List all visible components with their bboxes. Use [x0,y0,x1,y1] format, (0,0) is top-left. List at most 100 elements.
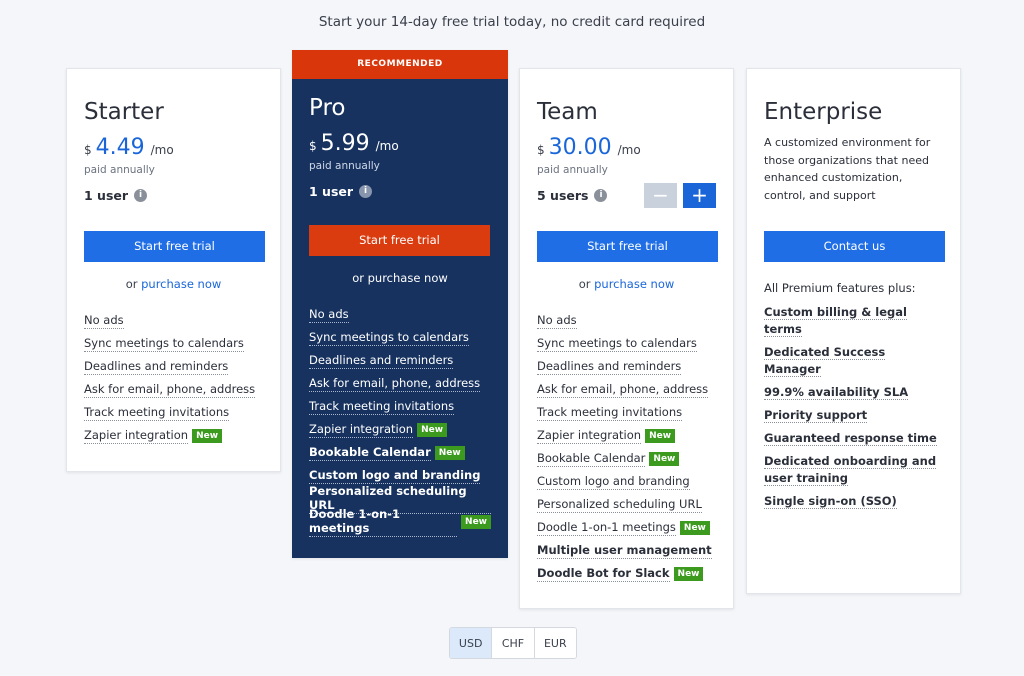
billing-note: paid annually [84,164,155,176]
new-badge: New [417,422,448,437]
or-purchase-row: or purchase now [84,277,263,291]
increase-users-button[interactable]: + [683,182,716,208]
feature-item: Priority support [764,408,868,423]
feature-item: Single sign-on (SSO) [764,494,897,509]
plan-name: Starter [84,99,164,125]
feature-item: Bookable Calendar New [537,447,716,470]
users-row: 1 user i [84,184,263,206]
currency-option-chf[interactable]: CHF [492,628,535,658]
users-count: 5 users [537,187,589,203]
feature-list: No ads Sync meetings to calendars Deadli… [84,309,263,447]
currency-symbol: $ [309,139,317,153]
users-row: 5 users i − + [537,182,716,208]
price: $ 5.99 /mo [309,131,491,156]
plan-card-team: Team $ 30.00 /mo paid annually 5 users i… [519,68,734,609]
users-row: 1 user i [309,180,491,202]
billing-note: paid annually [537,164,608,176]
feature-item: Dedicated onboarding and user training [764,454,937,486]
currency-symbol: $ [84,143,92,157]
new-badge: New [434,445,465,460]
or-purchase-row: or purchase now [537,277,716,291]
price: $ 4.49 /mo [84,135,263,160]
feature-item: Zapier integration New [537,424,716,447]
decrease-users-button[interactable]: − [644,182,677,208]
feature-item: Custom logo and branding [537,473,690,490]
contact-us-button[interactable]: Contact us [764,231,945,262]
plan-name: Team [537,99,598,125]
feature-item: Ask for email, phone, address [537,381,709,398]
info-icon[interactable]: i [134,188,148,202]
price-amount: 5.99 [320,131,370,156]
price-period: /mo [617,143,641,157]
new-badge: New [679,520,710,535]
new-badge: New [649,451,680,466]
feature-item: Personalized scheduling URL [537,496,702,513]
start-free-trial-button[interactable]: Start free trial [84,231,265,262]
feature-item: Sync meetings to calendars [309,329,469,346]
plan-name: Pro [309,95,346,121]
feature-item: Ask for email, phone, address [84,381,256,398]
start-free-trial-button[interactable]: Start free trial [537,231,718,262]
new-badge: New [461,514,491,529]
feature-item: Guaranteed response time [764,431,937,446]
feature-item: Bookable Calendar New [309,441,491,464]
or-purchase-row: or purchase now [309,271,491,285]
feature-item: Custom billing & legal terms [764,305,907,337]
features-intro: All Premium features plus: [764,281,916,295]
feature-item: No ads [537,312,577,329]
plan-card-starter: Starter $ 4.49 /mo paid annually 1 user … [66,68,281,472]
users-count: 1 user [309,183,354,199]
currency-symbol: $ [537,143,545,157]
plan-description: A customized environment for those organ… [764,136,931,202]
feature-item: Deadlines and reminders [537,358,682,375]
info-icon[interactable]: i [359,184,373,198]
feature-item: Doodle Bot for Slack New [537,562,716,585]
headline: Start your 14-day free trial today, no c… [318,14,706,30]
purchase-now-link[interactable]: purchase now [594,277,674,291]
feature-item: Multiple user management [537,542,712,559]
users-stepper: − + [644,182,716,208]
feature-item: Sync meetings to calendars [537,335,697,352]
currency-option-eur[interactable]: EUR [534,628,576,658]
plan-card-enterprise: Enterprise A customized environment for … [746,68,961,594]
start-free-trial-button[interactable]: Start free trial [309,225,490,256]
feature-item: No ads [84,312,124,329]
new-badge: New [673,566,704,581]
info-icon[interactable]: i [594,188,608,202]
feature-item: Zapier integration New [309,418,491,441]
plan-name: Enterprise [764,99,883,125]
new-badge: New [645,428,676,443]
feature-list: Custom billing & legal terms Dedicated S… [764,304,943,516]
feature-item: Deadlines and reminders [84,358,229,375]
feature-item: Track meeting invitations [537,404,683,421]
price: $ 30.00 /mo [537,135,716,160]
price-period: /mo [150,143,174,157]
feature-item: 99.9% availability SLA [764,385,909,400]
plan-card-pro: RECOMMENDED Pro $ 5.99 /mo paid annually… [292,50,508,558]
feature-item: Deadlines and reminders [309,352,454,369]
feature-item: Track meeting invitations [309,398,455,415]
feature-item: Dedicated Success Manager [764,345,886,377]
users-count: 1 user [84,187,129,203]
price-period: /mo [375,139,399,153]
feature-item: Sync meetings to calendars [84,335,244,352]
or-text: or [352,271,364,285]
feature-list: No ads Sync meetings to calendars Deadli… [537,309,716,585]
or-text: or [125,277,138,291]
feature-item: Doodle 1-on-1 meetings New [537,516,716,539]
purchase-now-link[interactable]: purchase now [368,271,448,285]
new-badge: New [192,428,223,443]
or-text: or [578,277,591,291]
currency-option-usd[interactable]: USD [450,628,493,658]
price-amount: 4.49 [95,135,145,160]
purchase-now-link[interactable]: purchase now [141,277,221,291]
feature-item: Ask for email, phone, address [309,375,481,392]
recommended-banner: RECOMMENDED [292,50,508,79]
feature-list: No ads Sync meetings to calendars Deadli… [309,303,491,537]
feature-item: Zapier integration New [84,424,263,447]
feature-item: Track meeting invitations [84,404,230,421]
feature-item: No ads [309,306,349,323]
price-amount: 30.00 [548,135,612,160]
currency-toggle: USD CHF EUR [449,627,577,659]
billing-note: paid annually [309,160,380,172]
